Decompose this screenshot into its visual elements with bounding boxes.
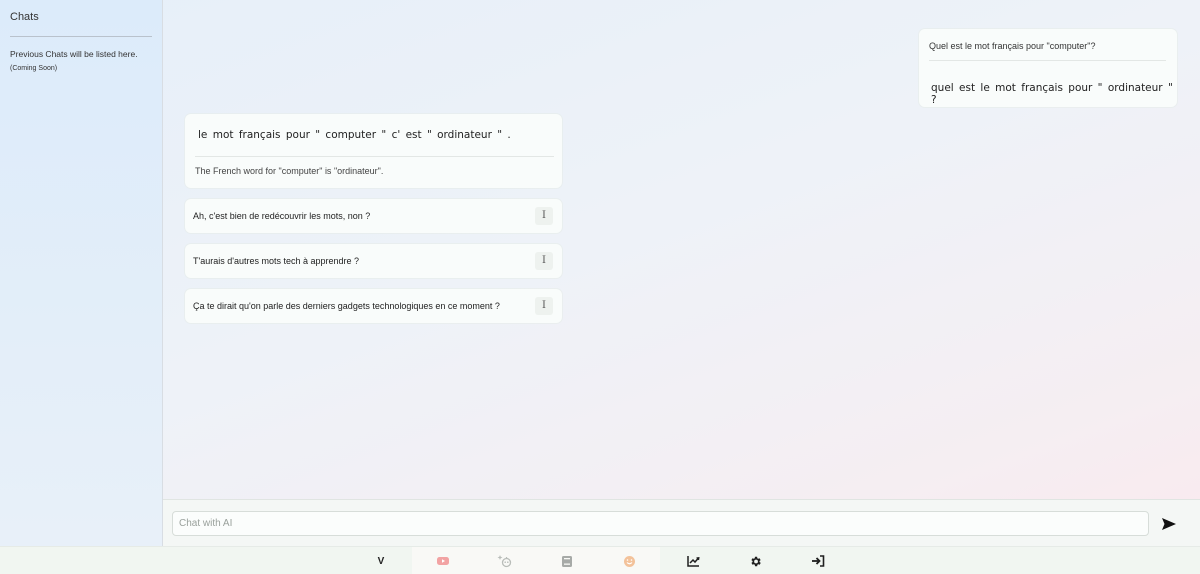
sidebar: Chats Previous Chats will be listed here… — [0, 0, 163, 546]
nav-item-settings[interactable] — [724, 547, 786, 574]
suggestion-item[interactable]: Ça te dirait qu'on parle des derniers ga… — [185, 289, 562, 323]
info-icon[interactable]: I — [535, 207, 553, 225]
nav-item-book[interactable] — [536, 547, 598, 574]
bottom-nav: V — [0, 546, 1200, 574]
send-icon[interactable] — [1161, 516, 1177, 532]
video-icon — [437, 557, 449, 565]
ai-message-original: le mot français pour " computer " c' est… — [198, 129, 511, 141]
chat-input[interactable] — [172, 511, 1149, 536]
suggestion-item[interactable]: T'aurais d'autres mots tech à apprendre … — [185, 244, 562, 278]
message-divider — [195, 156, 554, 157]
gear-icon — [750, 556, 761, 566]
chart-icon — [686, 556, 700, 567]
user-message: Quel est le mot français pour "computer"… — [919, 29, 1177, 107]
login-icon — [812, 555, 825, 567]
nav-item-ai-bot[interactable] — [474, 547, 536, 574]
nav-item-video[interactable] — [412, 547, 474, 574]
sparkle-bot-icon — [497, 555, 512, 568]
chat-input-bar — [163, 499, 1200, 546]
sidebar-title: Chats — [10, 11, 39, 23]
book-icon — [562, 555, 572, 567]
suggestion-item[interactable]: Ah, c'est bien de redécouvrir les mots, … — [185, 199, 562, 233]
sidebar-divider — [10, 36, 152, 37]
suggestion-text: Ça te dirait qu'on parle des derniers ga… — [193, 301, 500, 311]
sidebar-note: Previous Chats will be listed here. — [10, 49, 138, 59]
info-icon[interactable]: I — [535, 297, 553, 315]
face-icon — [623, 555, 635, 567]
user-message-original: Quel est le mot français pour "computer"… — [929, 41, 1096, 51]
info-icon[interactable]: I — [535, 252, 553, 270]
nav-item-stats[interactable] — [662, 547, 724, 574]
suggestion-text: T'aurais d'autres mots tech à apprendre … — [193, 256, 360, 266]
user-message-translation: quel est le mot français pour " ordinate… — [931, 82, 1173, 106]
ai-message: le mot français pour " computer " c' est… — [185, 114, 562, 188]
ai-message-translation: The French word for "computer" is "ordin… — [195, 166, 384, 176]
suggestion-text: Ah, c'est bien de redécouvrir les mots, … — [193, 211, 371, 221]
nav-item-v[interactable]: V — [350, 547, 412, 574]
chat-area: Quel est le mot français pour "computer"… — [163, 0, 1200, 499]
nav-item-login[interactable] — [787, 547, 849, 574]
nav-v-label: V — [377, 555, 385, 567]
nav-item-face[interactable] — [598, 547, 660, 574]
message-divider — [929, 60, 1166, 61]
sidebar-coming-soon: (Coming Soon) — [10, 65, 58, 72]
